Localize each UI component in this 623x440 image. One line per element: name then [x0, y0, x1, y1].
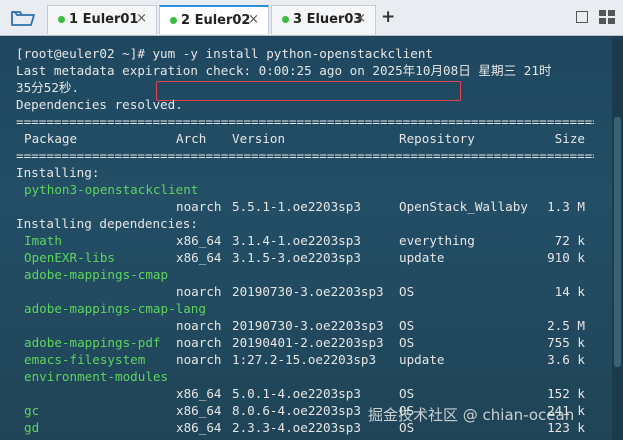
package-version: 3.1.5-3.oe2203sp3	[232, 250, 361, 265]
tab-label: 3 Eluer03	[293, 12, 363, 27]
close-icon[interactable]: ×	[248, 12, 259, 27]
package-version: 3.1.4-1.oe2203sp3	[232, 233, 361, 248]
package-repo: OS	[399, 386, 415, 401]
package-size: 72 k	[554, 233, 585, 248]
connected-status-icon	[58, 16, 65, 23]
separator-line: ========================================…	[16, 148, 594, 163]
package-name: Imath	[24, 233, 62, 248]
header-version: Version	[232, 131, 286, 146]
package-repo: OpenStack_Wallaby	[399, 199, 528, 214]
new-tab-button[interactable]: +	[381, 7, 395, 27]
package-version: 20190401-2.oe2203sp3	[232, 335, 384, 350]
package-arch: x86_64	[176, 403, 222, 418]
terminal-scrollbar[interactable]	[612, 37, 623, 440]
package-repo: everything	[399, 233, 475, 248]
tab-bar: 1 Euler01 × 2 Euler02 × 3 Eluer03 × +	[0, 0, 623, 36]
package-name: emacs-filesystem	[24, 352, 146, 367]
tab-eluer03[interactable]: 3 Eluer03 ×	[271, 5, 376, 34]
package-name: gd	[24, 420, 40, 435]
package-version: 5.5.1-1.oe2203sp3	[232, 199, 361, 214]
installing-label: Installing:	[16, 165, 100, 180]
dependencies-resolved: Dependencies resolved.	[16, 97, 183, 112]
terminal-output[interactable]: [root@euler02 ~]# yum -y install python-…	[0, 37, 623, 440]
package-size: 14 k	[554, 284, 585, 299]
package-version: 1:27.2-15.oe2203sp3	[232, 352, 377, 367]
package-size: 1.3 M	[547, 199, 585, 214]
folder-icon[interactable]	[11, 9, 35, 27]
package-version: 20190730-3.oe2203sp3	[232, 284, 384, 299]
watermark: 掘金技术社区 @ chian-ocean	[368, 406, 575, 424]
package-arch: x86_64	[176, 250, 222, 265]
package-size: 2.5 M	[547, 318, 585, 333]
tab-euler01[interactable]: 1 Euler01 ×	[47, 5, 157, 34]
package-arch: noarch	[176, 284, 222, 299]
close-icon[interactable]: ×	[136, 11, 147, 26]
package-repo: update	[399, 250, 445, 265]
window-menu-icon[interactable]	[576, 11, 588, 23]
package-arch: noarch	[176, 352, 222, 367]
package-version: 2.3.3-4.oe2203sp3	[232, 420, 361, 435]
package-name: adobe-mappings-pdf	[24, 335, 161, 350]
scrollbar-thumb[interactable]	[614, 117, 621, 367]
prompt-command-line: [root@euler02 ~]# yum -y install python-…	[16, 46, 434, 61]
package-version: 20190730-3.oe2203sp3	[232, 318, 384, 333]
header-repository: Repository	[399, 131, 475, 146]
package-repo: update	[399, 352, 445, 367]
package-size: 910 k	[547, 250, 585, 265]
header-package: Package	[24, 131, 78, 146]
tab-euler02[interactable]: 2 Euler02 ×	[159, 5, 269, 34]
package-name: OpenEXR-libs	[24, 250, 115, 265]
package-arch: x86_64	[176, 386, 222, 401]
package-size: 755 k	[547, 335, 585, 350]
package-name: adobe-mappings-cmap	[24, 267, 169, 282]
package-arch: x86_64	[176, 233, 222, 248]
package-size: 3.6 k	[547, 352, 585, 367]
package-name: python3-openstackclient	[24, 182, 199, 197]
package-repo: OS	[399, 335, 415, 350]
metadata-line-continued: 35分52秒.	[16, 80, 80, 95]
close-icon[interactable]: ×	[355, 11, 366, 26]
connected-status-icon	[282, 16, 289, 23]
package-version: 8.0.6-4.oe2203sp3	[232, 403, 361, 418]
package-size: 152 k	[547, 386, 585, 401]
metadata-line: Last metadata expiration check: 0:00:25 …	[16, 63, 552, 78]
tab-label: 2 Euler02	[181, 13, 251, 28]
grid-icon[interactable]	[599, 10, 615, 24]
package-repo: OS	[399, 318, 415, 333]
installing-dependencies-label: Installing dependencies:	[16, 216, 198, 231]
package-arch: x86_64	[176, 420, 222, 435]
package-arch: noarch	[176, 199, 222, 214]
header-arch: Arch	[176, 131, 207, 146]
tab-label: 1 Euler01	[69, 12, 139, 27]
package-name: adobe-mappings-cmap-lang	[24, 301, 206, 316]
header-size: Size	[554, 131, 585, 146]
separator-line: ========================================…	[16, 114, 594, 129]
package-arch: noarch	[176, 318, 222, 333]
package-arch: noarch	[176, 335, 222, 350]
connected-status-icon	[170, 17, 177, 24]
package-version: 5.0.1-4.oe2203sp3	[232, 386, 361, 401]
package-name: gc	[24, 403, 40, 418]
command-highlight	[156, 81, 461, 101]
package-repo: OS	[399, 284, 415, 299]
package-name: environment-modules	[24, 369, 169, 384]
